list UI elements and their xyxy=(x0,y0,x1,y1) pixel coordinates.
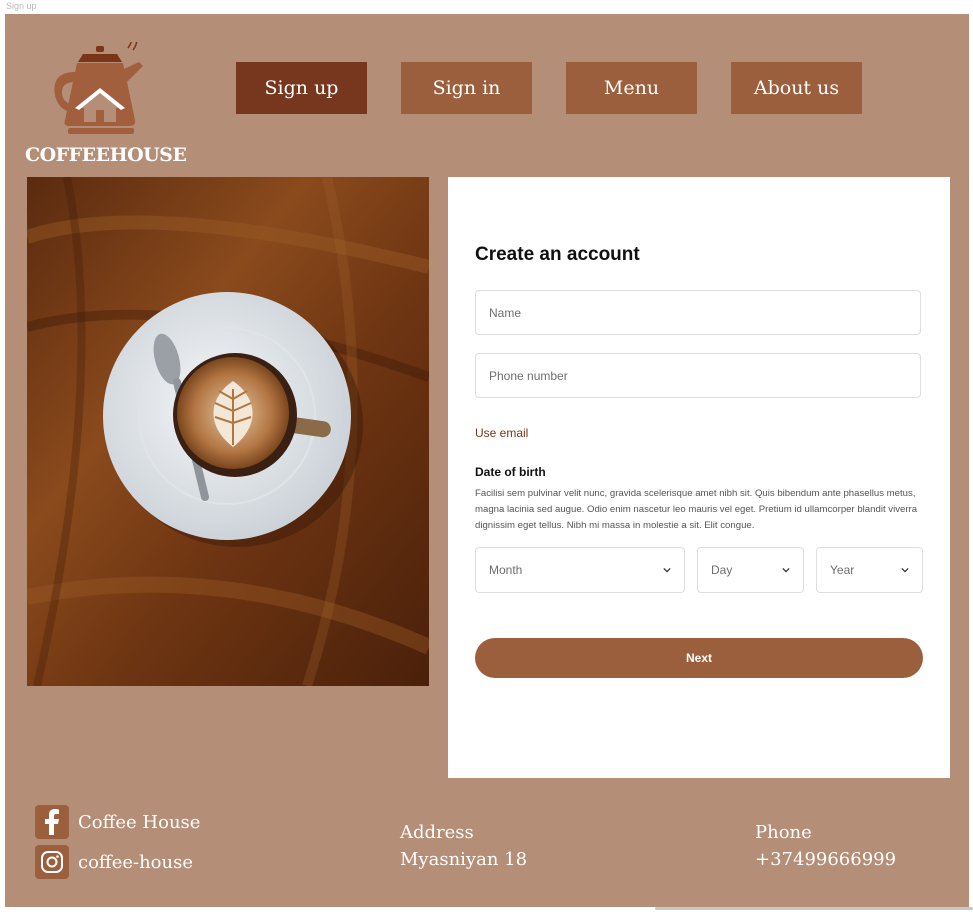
facebook-label: Coffee House xyxy=(78,811,201,833)
year-select[interactable]: Year xyxy=(816,547,923,593)
day-select[interactable]: Day xyxy=(697,547,804,593)
address-value: Myasniyan 18 xyxy=(400,849,528,870)
month-select[interactable]: Month xyxy=(475,547,685,593)
dob-description: Facilisi sem pulvinar velit nunc, gravid… xyxy=(475,488,918,531)
address-label: Address xyxy=(400,822,474,843)
month-select-value: Month xyxy=(489,563,523,577)
nav-sign-up-button[interactable]: Sign up xyxy=(236,62,367,114)
coffee-pot-icon xyxy=(54,42,143,134)
facebook-icon xyxy=(35,805,69,839)
next-button[interactable]: Next xyxy=(475,638,923,678)
chevron-down-icon xyxy=(663,566,671,574)
nav-about-us-button[interactable]: About us xyxy=(731,62,862,114)
dob-label: Date of birth xyxy=(475,465,546,479)
signup-card: Create an account Use email Date of birt… xyxy=(448,177,950,778)
instagram-link[interactable]: coffee-house xyxy=(35,845,193,879)
phone-input[interactable] xyxy=(475,353,921,398)
chevron-down-icon xyxy=(782,566,790,574)
phone-block: Phone +37499666999 xyxy=(755,819,896,873)
nav-sign-in-button[interactable]: Sign in xyxy=(401,62,532,114)
frame-label: Sign up xyxy=(6,1,37,11)
coffee-photo xyxy=(27,177,429,686)
nav-menu-button[interactable]: Menu xyxy=(566,62,697,114)
facebook-link[interactable]: Coffee House xyxy=(35,805,200,839)
logo[interactable]: COFFEEHOUSE xyxy=(25,42,187,170)
form-title: Create an account xyxy=(475,244,640,265)
phone-value: +37499666999 xyxy=(755,849,897,870)
horizontal-scrollbar[interactable] xyxy=(655,907,973,910)
phone-label: Phone xyxy=(755,822,812,843)
name-input[interactable] xyxy=(475,290,921,335)
use-email-link[interactable]: Use email xyxy=(475,426,528,440)
address-block: Address Myasniyan 18 xyxy=(400,819,527,873)
chevron-down-icon xyxy=(901,566,909,574)
instagram-icon xyxy=(35,845,69,879)
year-select-value: Year xyxy=(830,563,855,577)
day-select-value: Day xyxy=(711,563,733,577)
page-frame: COFFEEHOUSE Sign up Sign in Menu About u… xyxy=(5,14,969,907)
logo-text: COFFEEHOUSE xyxy=(25,144,187,166)
instagram-label: coffee-house xyxy=(78,851,194,873)
